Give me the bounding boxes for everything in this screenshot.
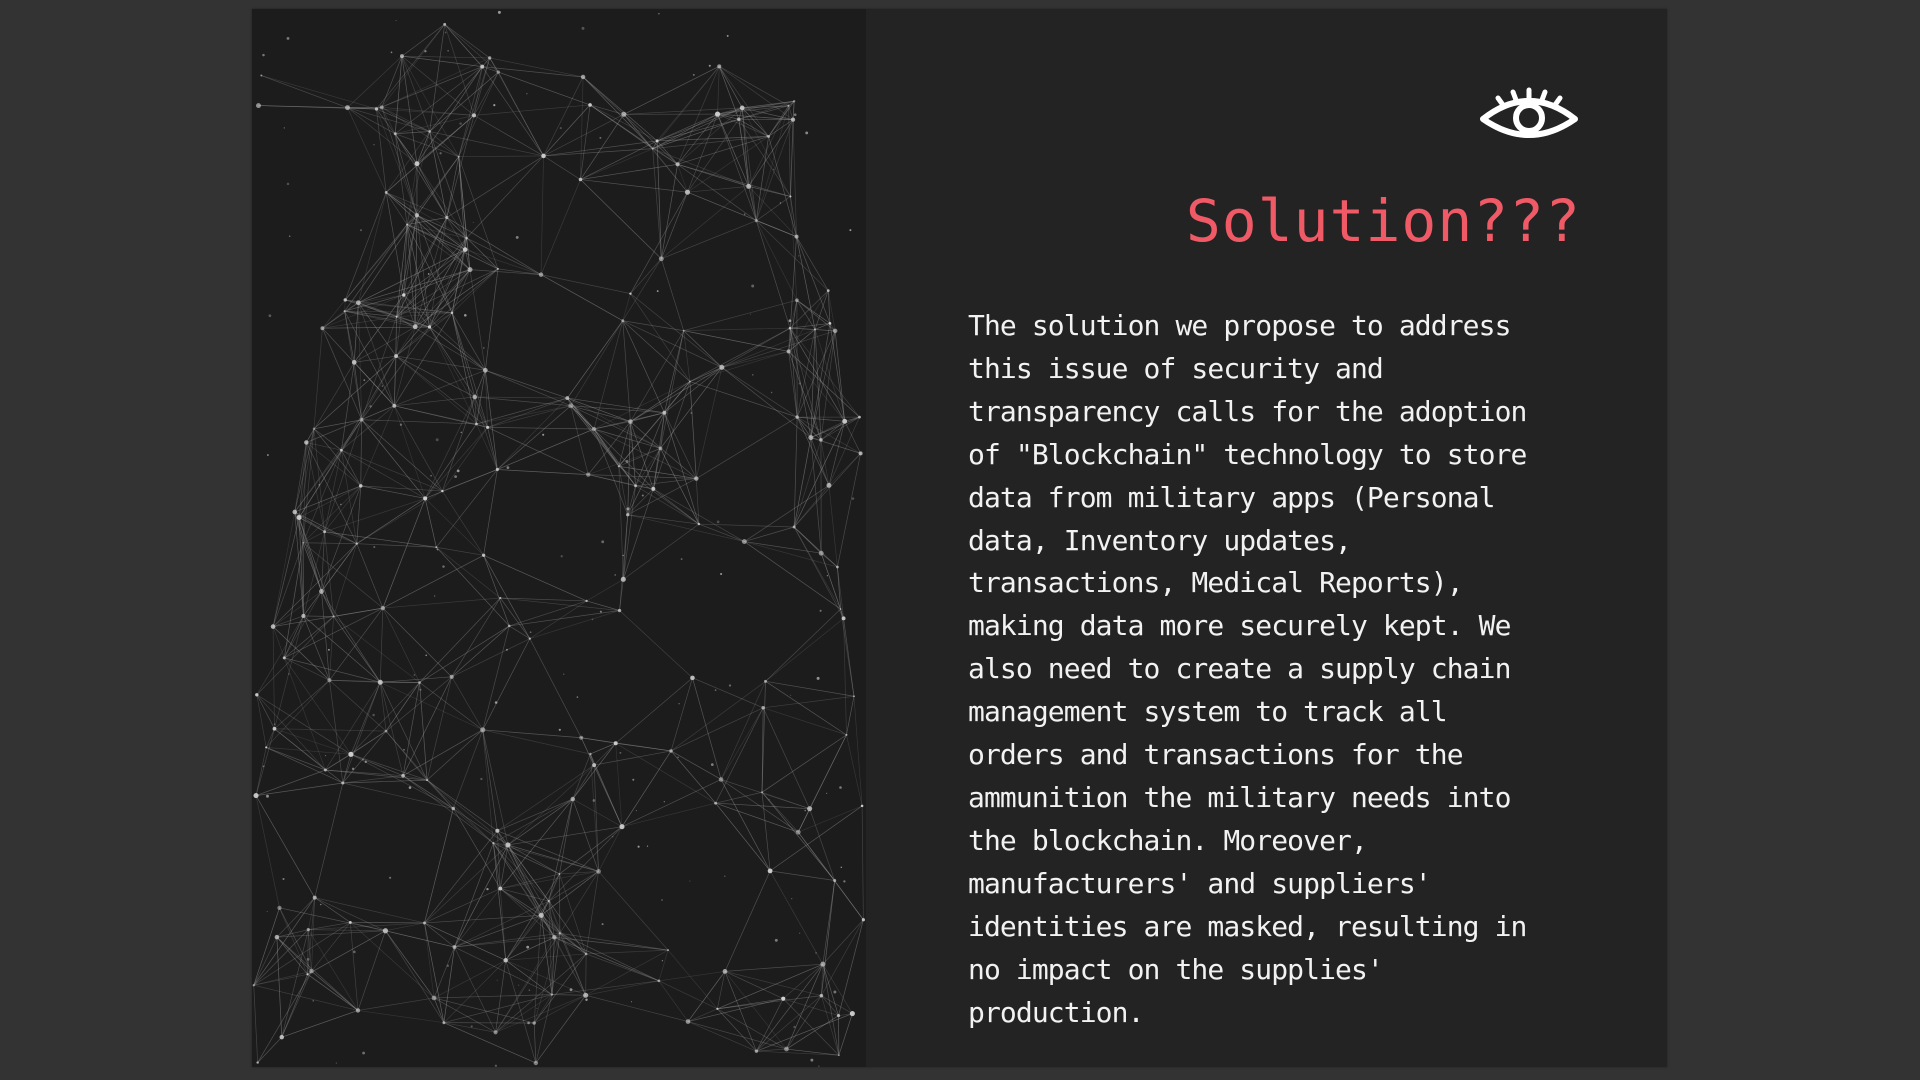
- network-graph-image: [252, 9, 866, 1067]
- slide-body-text: The solution we propose to address this …: [968, 309, 1527, 1029]
- slide-title: Solution???: [1185, 187, 1581, 255]
- eye-icon: [1480, 87, 1578, 138]
- presentation-viewer: Solution??? The solution we propose to a…: [0, 0, 1920, 1080]
- network-graph-svg: [252, 9, 866, 1067]
- slide: Solution??? The solution we propose to a…: [252, 9, 1667, 1067]
